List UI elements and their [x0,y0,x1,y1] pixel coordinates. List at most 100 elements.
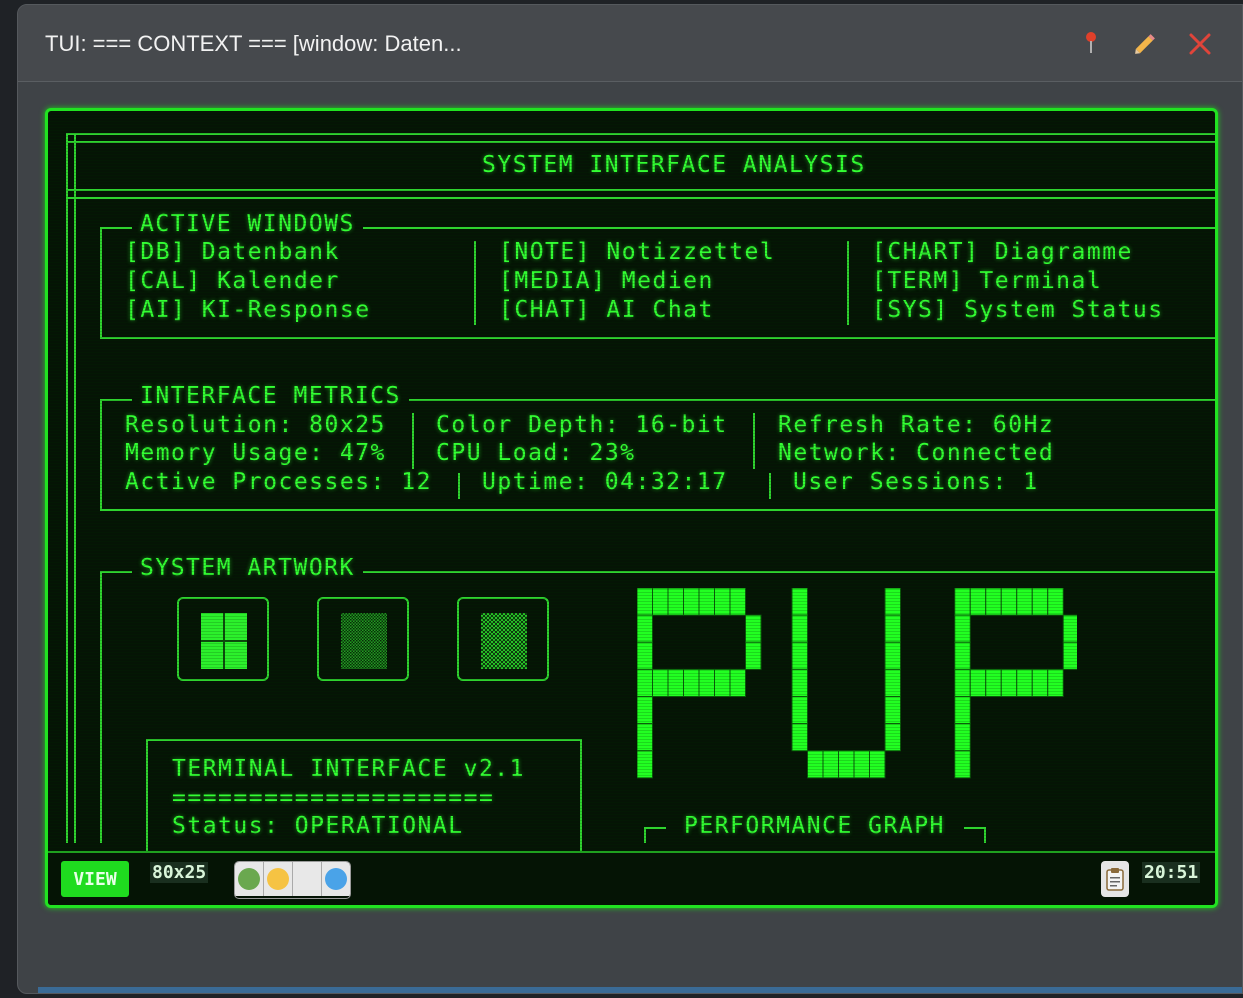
window-item-ai[interactable]: [AI] KI-Response [125,297,371,323]
logo-pixel [714,588,731,616]
window-item-cal[interactable]: [CAL] Kalender [125,268,340,294]
logo-pixel [637,750,653,779]
logo-pixel [807,750,824,779]
logo-pixel [698,588,715,616]
header-double-border [66,189,1215,199]
logo-pixel [745,614,762,643]
top-double-border [66,133,1215,143]
tui-header-title: SYSTEM INTERFACE ANALYSIS [482,152,866,178]
metric-resolution: Resolution: 80x25 [125,412,386,438]
logo-pixel [822,750,839,779]
logo-pixel [884,641,901,670]
theme-swatch-white[interactable] [293,862,322,896]
logo-pixel [884,614,901,643]
terminal-box-status: Status: OPERATIONAL [172,813,464,839]
logo-pixel [1031,588,1049,616]
col-separator [753,413,755,469]
logo-pixel [637,696,653,725]
window-item-db[interactable]: [DB] Datenbank [125,239,340,265]
close-button[interactable] [1183,27,1217,61]
metric-memory: Memory Usage: 47% [125,440,386,466]
logo-pixel [954,750,971,779]
logo-pixel [954,614,971,643]
pencil-icon [1135,34,1155,54]
logo-pixel [745,641,762,670]
window-item-media[interactable]: [MEDIA] Medien [499,268,714,294]
logo-pixel [637,641,653,670]
titlebar: TUI: === CONTEXT === [window: Daten... [18,5,1242,82]
edit-button[interactable] [1128,27,1162,61]
logo-pixel [1062,614,1077,643]
logo-pixel [954,723,971,752]
logo-pixel [884,696,901,725]
window-item-chat[interactable]: [CHAT] AI Chat [499,297,714,323]
perf-graph-border-right [964,827,986,829]
col-separator [412,413,414,469]
close-icon [1189,33,1211,55]
pin-button[interactable] [1074,27,1108,61]
metric-color-depth: Color Depth: 16-bit [436,412,728,438]
terminal-box-title: TERMINAL INTERFACE v2.1 [172,756,525,782]
logo-pixel [683,668,700,697]
logo-pixel [969,588,987,616]
clock: 20:51 [1142,862,1201,883]
logo-pixel [667,668,684,697]
logo-pixel [985,668,1002,697]
clipboard-button[interactable] [1101,861,1129,897]
logo-pixel [954,696,971,725]
metrics-left-border [100,399,102,511]
metrics-bottom-border [100,509,1215,511]
clipboard-icon [1106,868,1124,891]
metric-uptime: Uptime: 04:32:17 [482,469,728,495]
logo-pixel [1031,668,1049,697]
tui-screen: SYSTEM INTERFACE ANALYSIS ACTIVE WINDOWS… [45,108,1218,908]
logo-pixel [791,641,808,670]
logo-pixel [884,588,901,616]
green-dot-icon [238,868,260,890]
window-item-chart[interactable]: [CHART] Diagramme [872,239,1133,265]
metric-cpu: CPU Load: 23% [436,440,636,466]
artwork-left-border [100,571,102,843]
logo-pixel [637,723,653,752]
theme-swatch-blue[interactable] [322,862,350,896]
logo-pixel [791,668,808,697]
logo-pixel [1016,588,1033,616]
blue-dot-icon [325,868,347,890]
logo-pixel [714,668,731,697]
window-item-term[interactable]: [TERM] Terminal [872,268,1102,294]
perf-graph-border-left [644,827,666,829]
tui-statusbar: VIEW 80x25 20:51 [48,851,1215,905]
art-block-solid [177,597,269,681]
theme-swatch-green[interactable] [235,862,264,896]
active-windows-title: ACTIVE WINDOWS [132,211,363,237]
col-separator [769,473,771,499]
window-item-sys[interactable]: [SYS] System Status [872,297,1164,323]
logo-pixel [884,723,901,752]
logo-pixel [791,723,808,752]
metric-processes: Active Processes: 12 [125,469,432,495]
logo-pixel [683,588,700,616]
logo-pixel [652,588,669,616]
performance-graph-title: PERFORMANCE GRAPH [684,813,945,839]
col-separator [458,473,460,499]
view-button[interactable]: VIEW [61,861,129,897]
metric-sessions: User Sessions: 1 [793,469,1039,495]
logo-pixel [884,668,901,697]
theme-color-picker [234,861,351,899]
logo-pixel [698,668,715,697]
logo-pixel [969,668,987,697]
logo-pixel [954,668,971,697]
art-block-dense [457,597,549,681]
logo-pixel [1000,668,1018,697]
left-double-border [66,133,76,843]
logo-pixel [637,614,653,643]
logo-pixel [729,668,746,697]
metric-network: Network: Connected [778,440,1055,466]
theme-swatch-yellow[interactable] [264,862,293,896]
window-title: TUI: === CONTEXT === [window: Daten... [45,31,462,56]
window-item-note[interactable]: [NOTE] Notizzettel [499,239,775,265]
white-dot-icon [296,868,318,890]
logo-pixel [954,588,971,616]
logo-pixel [729,588,746,616]
logo-pixel [853,750,870,779]
